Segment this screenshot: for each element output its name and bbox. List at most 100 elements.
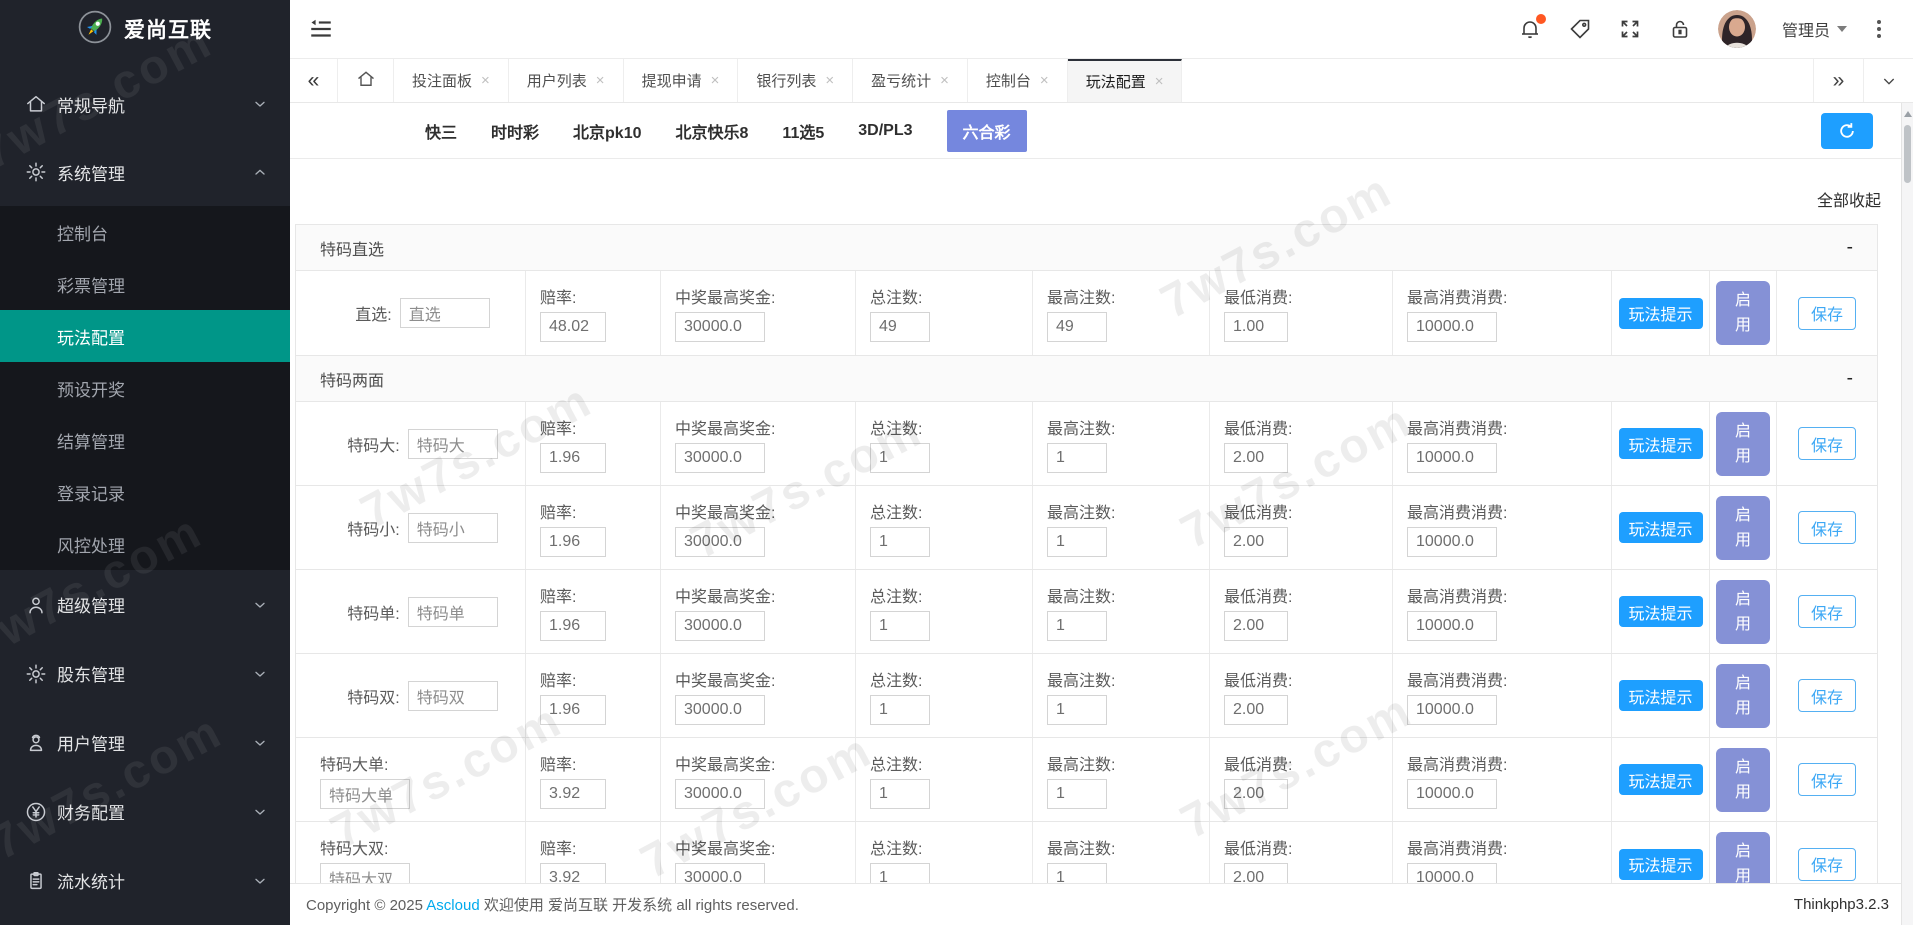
sidebar-item-风控处理[interactable]: 风控处理 xyxy=(0,518,290,570)
min-cost-input[interactable] xyxy=(1224,694,1288,725)
section-header[interactable]: 特码两面 - xyxy=(296,356,1877,402)
total-bets-input[interactable] xyxy=(870,778,930,809)
max-cost-input[interactable] xyxy=(1407,778,1497,809)
max-cost-input[interactable] xyxy=(1407,863,1497,883)
save-button[interactable]: 保存 xyxy=(1798,427,1856,460)
ascloud-link[interactable]: Ascloud xyxy=(426,897,479,914)
save-button[interactable]: 保存 xyxy=(1798,847,1856,881)
sidebar-item-彩票管理[interactable]: 彩票管理 xyxy=(0,258,290,310)
save-button[interactable]: 保存 xyxy=(1798,511,1856,544)
close-icon[interactable]: × xyxy=(1040,72,1049,89)
tab-盈亏统计[interactable]: 盈亏统计 × xyxy=(853,59,968,102)
min-cost-input[interactable] xyxy=(1224,863,1288,883)
max-prize-input[interactable] xyxy=(675,778,765,809)
more-menu-icon[interactable] xyxy=(1873,16,1885,42)
odds-input[interactable] xyxy=(540,694,606,725)
admin-menu[interactable]: 管理员 xyxy=(1782,17,1847,41)
close-icon[interactable]: × xyxy=(825,72,834,89)
min-cost-input[interactable] xyxy=(1224,312,1288,342)
max-prize-input[interactable] xyxy=(675,863,765,883)
play-hint-button[interactable]: 玩法提示 xyxy=(1618,680,1703,711)
refresh-button[interactable] xyxy=(1821,113,1873,149)
scrollbar-up-arrow[interactable] xyxy=(1904,111,1912,117)
tag-icon[interactable] xyxy=(1568,17,1592,41)
sidebar-group-流水统计[interactable]: 流水统计 xyxy=(0,846,290,915)
game-tab-六合彩[interactable]: 六合彩 xyxy=(946,109,1027,152)
play-hint-button[interactable]: 玩法提示 xyxy=(1618,764,1703,795)
enable-button[interactable]: 启用 xyxy=(1716,579,1770,644)
play-name-input[interactable] xyxy=(407,512,498,543)
enable-button[interactable]: 启用 xyxy=(1716,495,1770,560)
enable-button[interactable]: 启用 xyxy=(1716,747,1770,812)
game-tab-快三[interactable]: 快三 xyxy=(425,119,457,143)
game-tab-时时彩[interactable]: 时时彩 xyxy=(491,119,539,143)
game-tab-3D/PL3[interactable]: 3D/PL3 xyxy=(858,122,912,140)
save-button[interactable]: 保存 xyxy=(1798,679,1856,712)
section-collapse-icon[interactable]: - xyxy=(1847,368,1853,390)
sidebar-group-系统管理[interactable]: 系统管理 xyxy=(0,138,290,206)
close-icon[interactable]: × xyxy=(711,72,720,89)
max-cost-input[interactable] xyxy=(1407,526,1497,557)
play-name-input[interactable] xyxy=(320,863,410,883)
vertical-scrollbar[interactable] xyxy=(1901,103,1913,925)
tab-银行列表[interactable]: 银行列表 × xyxy=(738,59,854,102)
max-prize-input[interactable] xyxy=(675,694,765,725)
bell-icon[interactable] xyxy=(1518,14,1546,41)
max-bets-input[interactable] xyxy=(1047,610,1107,641)
close-icon[interactable]: × xyxy=(940,72,949,89)
max-cost-input[interactable] xyxy=(1407,694,1497,725)
sidebar-group-财务配置[interactable]: 财务配置 xyxy=(0,777,290,846)
enable-button[interactable]: 启用 xyxy=(1716,832,1770,883)
save-button[interactable]: 保存 xyxy=(1798,595,1856,628)
tabs-scroll-right-icon[interactable]: » xyxy=(1813,59,1863,102)
odds-input[interactable] xyxy=(540,778,606,809)
play-hint-button[interactable]: 玩法提示 xyxy=(1618,848,1703,880)
collapse-all-link[interactable]: 全部收起 xyxy=(1817,187,1881,211)
max-prize-input[interactable] xyxy=(675,442,765,473)
lock-icon[interactable] xyxy=(1668,17,1692,41)
section-collapse-icon[interactable]: - xyxy=(1847,237,1853,259)
tab-控制台[interactable]: 控制台 × xyxy=(968,59,1068,102)
min-cost-input[interactable] xyxy=(1224,526,1288,557)
odds-input[interactable] xyxy=(540,312,606,342)
total-bets-input[interactable] xyxy=(870,863,930,883)
max-bets-input[interactable] xyxy=(1047,778,1107,809)
save-button[interactable]: 保存 xyxy=(1798,296,1856,330)
play-hint-button[interactable]: 玩法提示 xyxy=(1618,512,1703,543)
play-name-input[interactable] xyxy=(407,428,498,459)
tab-用户列表[interactable]: 用户列表 × xyxy=(509,59,624,102)
total-bets-input[interactable] xyxy=(870,526,930,557)
sidebar-item-登录记录[interactable]: 登录记录 xyxy=(0,466,290,518)
tab-投注面板[interactable]: 投注面板 × xyxy=(394,59,509,102)
play-name-input[interactable] xyxy=(407,680,498,711)
total-bets-input[interactable] xyxy=(870,442,930,473)
avatar[interactable] xyxy=(1717,10,1756,48)
total-bets-input[interactable] xyxy=(870,312,930,342)
total-bets-input[interactable] xyxy=(870,694,930,725)
play-name-input[interactable] xyxy=(320,778,410,809)
tab-提现申请[interactable]: 提现申请 × xyxy=(624,59,739,102)
sidebar-group-超级管理[interactable]: 超级管理 xyxy=(0,570,290,639)
game-tab-北京pk10[interactable]: 北京pk10 xyxy=(573,119,641,143)
home-tab[interactable] xyxy=(338,59,394,102)
min-cost-input[interactable] xyxy=(1224,442,1288,473)
play-hint-button[interactable]: 玩法提示 xyxy=(1618,596,1703,627)
sidebar-item-预设开奖[interactable]: 预设开奖 xyxy=(0,362,290,414)
tab-玩法配置[interactable]: 玩法配置 × xyxy=(1067,59,1183,102)
odds-input[interactable] xyxy=(540,610,606,641)
max-bets-input[interactable] xyxy=(1047,312,1107,342)
play-hint-button[interactable]: 玩法提示 xyxy=(1618,428,1703,459)
enable-button[interactable]: 启用 xyxy=(1716,281,1770,345)
scrollbar-thumb[interactable] xyxy=(1904,125,1911,183)
game-tab-北京快乐8[interactable]: 北京快乐8 xyxy=(676,119,749,143)
section-header[interactable]: 特码直选 - xyxy=(296,225,1877,271)
tabs-scroll-left-icon[interactable]: « xyxy=(290,59,338,102)
sidebar-group-常规导航[interactable]: 常规导航 xyxy=(0,70,290,138)
sidebar-collapse-icon[interactable] xyxy=(308,16,334,42)
min-cost-input[interactable] xyxy=(1224,778,1288,809)
max-prize-input[interactable] xyxy=(675,610,765,641)
max-bets-input[interactable] xyxy=(1047,526,1107,557)
game-tab-11选5[interactable]: 11选5 xyxy=(782,119,824,143)
max-bets-input[interactable] xyxy=(1047,694,1107,725)
min-cost-input[interactable] xyxy=(1224,610,1288,641)
